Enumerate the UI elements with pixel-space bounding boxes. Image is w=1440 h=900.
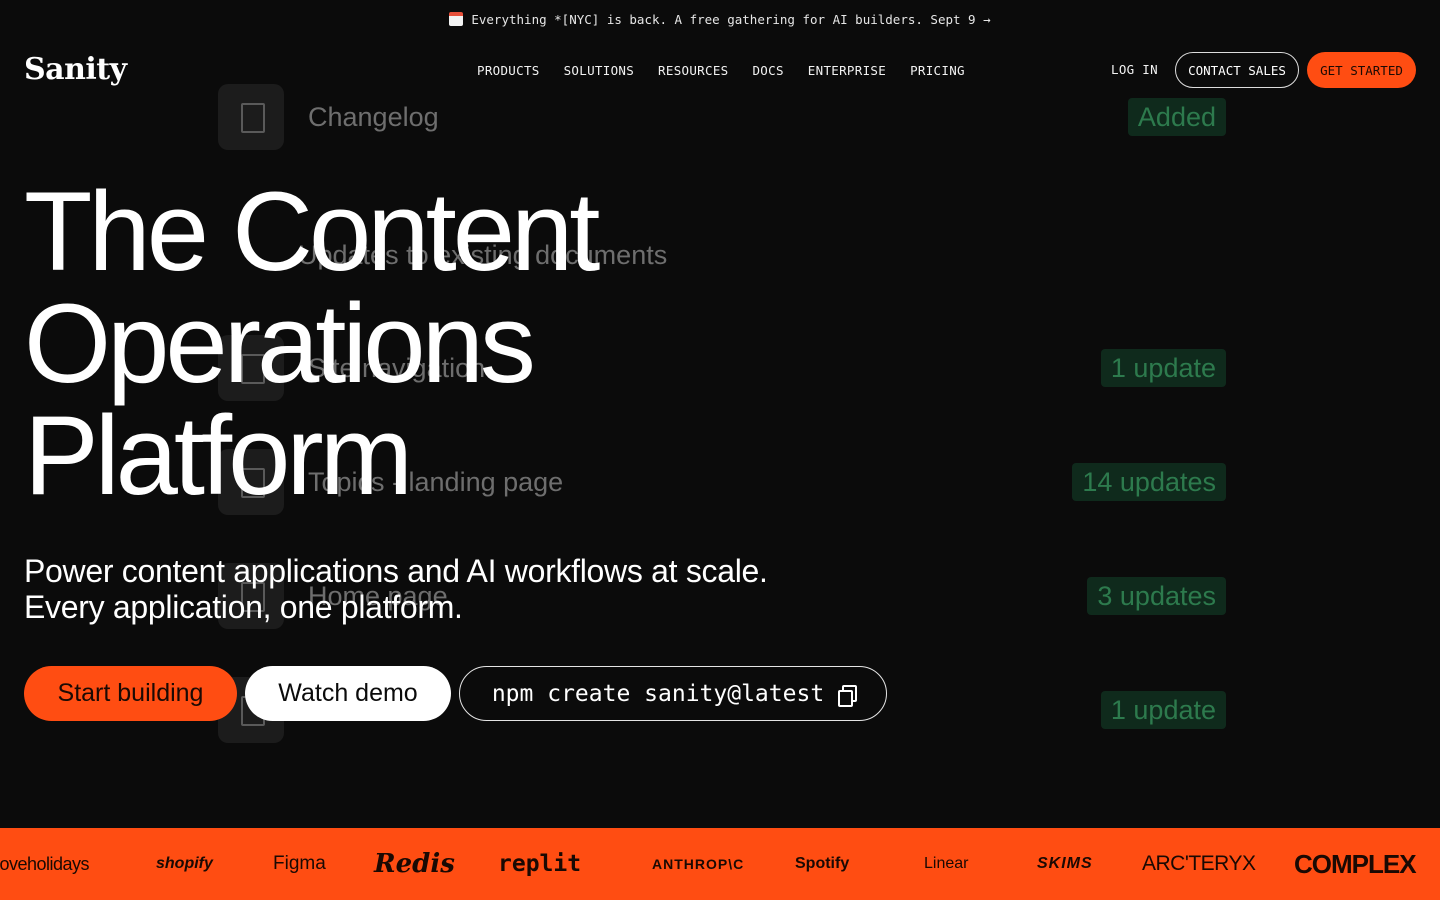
logo-redis: Redis (374, 849, 455, 879)
menu-item-resources[interactable]: RESOURCES (658, 63, 728, 78)
hero-title-line: Platform (24, 393, 413, 518)
login-link[interactable]: LOG IN (1111, 52, 1158, 88)
changelog-badge: 1 update (1100, 349, 1226, 387)
copy-icon[interactable] (838, 684, 858, 707)
logo-linear: Linear (924, 855, 969, 872)
logo-anthropic: ANTHROP\C (652, 856, 745, 872)
changelog-row-title: Changelog (308, 102, 439, 132)
changelog-badge: 1 update (1100, 691, 1226, 729)
announcement-text[interactable]: Everything *[NYC] is back. A free gather… (471, 12, 990, 27)
menu-item-docs[interactable]: DOCS (752, 63, 783, 78)
npm-command-text: npm create sanity@latest (491, 680, 825, 707)
changelog-badge: 3 updates (1087, 577, 1226, 615)
logo-replit: replit (498, 851, 582, 877)
hero-title-line: Operations (24, 281, 536, 406)
changelog-badge: 14 updates (1072, 463, 1226, 501)
announcement-bar[interactable]: Everything *[NYC] is back. A free gather… (0, 0, 1440, 38)
hero-subtitle-line: Power content applications and AI workfl… (24, 553, 768, 589)
logo-figma: Figma (273, 853, 326, 874)
hero-title-line: The Content (24, 169, 600, 294)
watch-demo-button[interactable]: Watch demo (245, 666, 451, 721)
contact-sales-button[interactable]: CONTACT SALES (1175, 52, 1299, 88)
menu-item-products[interactable]: PRODUCTS (477, 63, 540, 78)
main-menu: PRODUCTS SOLUTIONS RESOURCES DOCS ENTERP… (477, 52, 965, 88)
menu-item-solutions[interactable]: SOLUTIONS (564, 63, 634, 78)
calendar-icon (449, 12, 464, 26)
hero-subtitle: Power content applications and AI workfl… (24, 553, 768, 625)
hero-subtitle-line: Every application, one platform. (24, 589, 463, 625)
top-nav: Sanity PRODUCTS SOLUTIONS RESOURCES DOCS… (0, 52, 1440, 88)
menu-item-enterprise[interactable]: ENTERPRISE (808, 63, 886, 78)
changelog-row: Changelog Added (218, 84, 1226, 150)
logo-complex: COMPLEX (1294, 849, 1417, 879)
changelog-badge: Added (1127, 98, 1226, 136)
npm-command-box[interactable]: npm create sanity@latest (459, 666, 887, 721)
logo-loveholidays: loveholidays (0, 854, 90, 874)
logo-spotify: Spotify (795, 855, 850, 872)
get-started-button[interactable]: GET STARTED (1307, 52, 1416, 88)
menu-item-pricing[interactable]: PRICING (910, 63, 965, 78)
customer-logos-strip: loveholidays shopify Figma Redis replit … (0, 828, 1440, 900)
logo-skims: SKIMS (1037, 855, 1093, 872)
document-icon (218, 84, 284, 150)
logo-shopify: shopify (156, 855, 213, 872)
hero-title: The Content Operations Platform (24, 169, 600, 518)
start-building-button[interactable]: Start building (24, 666, 237, 721)
sanity-logo[interactable]: Sanity (24, 52, 127, 88)
logo-arcteryx: ARC'TERYX (1142, 852, 1256, 875)
